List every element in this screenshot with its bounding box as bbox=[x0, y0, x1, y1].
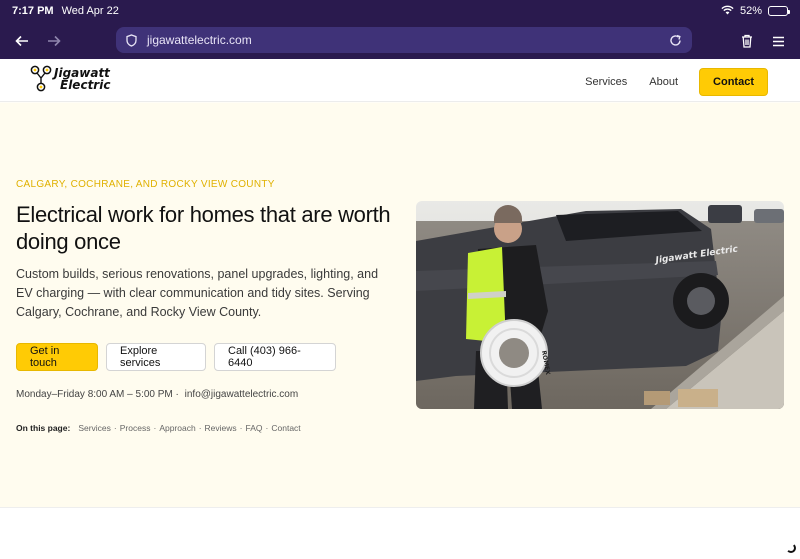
forward-arrow-icon bbox=[48, 35, 61, 47]
reload-icon[interactable] bbox=[669, 34, 682, 47]
battery-percent: 52% bbox=[739, 5, 762, 17]
nav-services[interactable]: Services bbox=[574, 76, 638, 88]
hero-lede: Custom builds, serious renovations, pane… bbox=[16, 267, 379, 319]
address-bar[interactable]: jigawattelectric.com bbox=[116, 27, 692, 53]
back-button[interactable] bbox=[6, 25, 38, 57]
status-time: 7:17 PM bbox=[12, 5, 54, 17]
forward-button[interactable] bbox=[38, 25, 70, 57]
contact-button[interactable]: Contact bbox=[699, 68, 768, 96]
wifi-icon bbox=[721, 5, 734, 18]
email-link[interactable]: info@jigawattelectric.com bbox=[185, 389, 299, 400]
onpage-link-process[interactable]: Process bbox=[120, 423, 151, 433]
hours-line: Monday–Friday 8:00 AM – 5:00 PM · info@j… bbox=[16, 389, 298, 400]
business-hours: Monday–Friday 8:00 AM – 5:00 PM · bbox=[16, 389, 179, 400]
logo-line2: Electric bbox=[60, 78, 111, 92]
delete-button[interactable] bbox=[731, 25, 763, 57]
on-this-page-nav: On this page: Services · Process · Approac… bbox=[16, 423, 301, 433]
onpage-link-approach[interactable]: Approach bbox=[159, 423, 195, 433]
get-in-touch-button[interactable]: Get in touch bbox=[16, 343, 98, 371]
main-nav: Services About Contact bbox=[574, 68, 768, 96]
logo-bulbs-icon bbox=[30, 65, 52, 92]
site-logo[interactable]: Jigawatt Electric bbox=[30, 65, 110, 93]
onpage-link-contact[interactable]: Contact bbox=[271, 423, 300, 433]
hero-headline: Electrical work for homes that are worth… bbox=[16, 202, 391, 254]
on-this-page-label: On this page: bbox=[16, 423, 71, 433]
status-bar: 7:17 PM Wed Apr 22 52% bbox=[0, 0, 800, 22]
hero-photo: Jigawatt Electric ROMEX bbox=[416, 201, 784, 409]
onpage-link-services[interactable]: Services bbox=[78, 423, 111, 433]
call-button[interactable]: Call (403) 966-6440 bbox=[214, 343, 336, 371]
explore-services-button[interactable]: Explore services bbox=[106, 343, 206, 371]
onpage-link-reviews[interactable]: Reviews bbox=[205, 423, 237, 433]
loading-spinner-icon bbox=[786, 543, 796, 553]
onpage-link-faq[interactable]: FAQ bbox=[246, 423, 263, 433]
battery-icon bbox=[768, 6, 790, 16]
site-header: Jigawatt Electric Services About Contact bbox=[0, 59, 800, 102]
url-text: jigawattelectric.com bbox=[147, 33, 252, 47]
browser-toolbar: jigawattelectric.com bbox=[0, 22, 800, 59]
hero-section: CALGARY, COCHRANE, AND ROCKY VIEW COUNTY… bbox=[0, 103, 800, 507]
shield-icon bbox=[126, 33, 137, 47]
back-arrow-icon bbox=[15, 35, 28, 47]
hero-actions: Get in touch Explore services Call (403)… bbox=[16, 343, 336, 371]
hero-eyebrow: CALGARY, COCHRANE, AND ROCKY VIEW COUNTY bbox=[16, 179, 275, 190]
nav-about[interactable]: About bbox=[638, 76, 689, 88]
hamburger-icon bbox=[772, 36, 784, 46]
status-date: Wed Apr 22 bbox=[61, 5, 119, 17]
trash-icon bbox=[742, 34, 752, 48]
section-divider bbox=[0, 507, 800, 559]
menu-button[interactable] bbox=[762, 25, 794, 57]
